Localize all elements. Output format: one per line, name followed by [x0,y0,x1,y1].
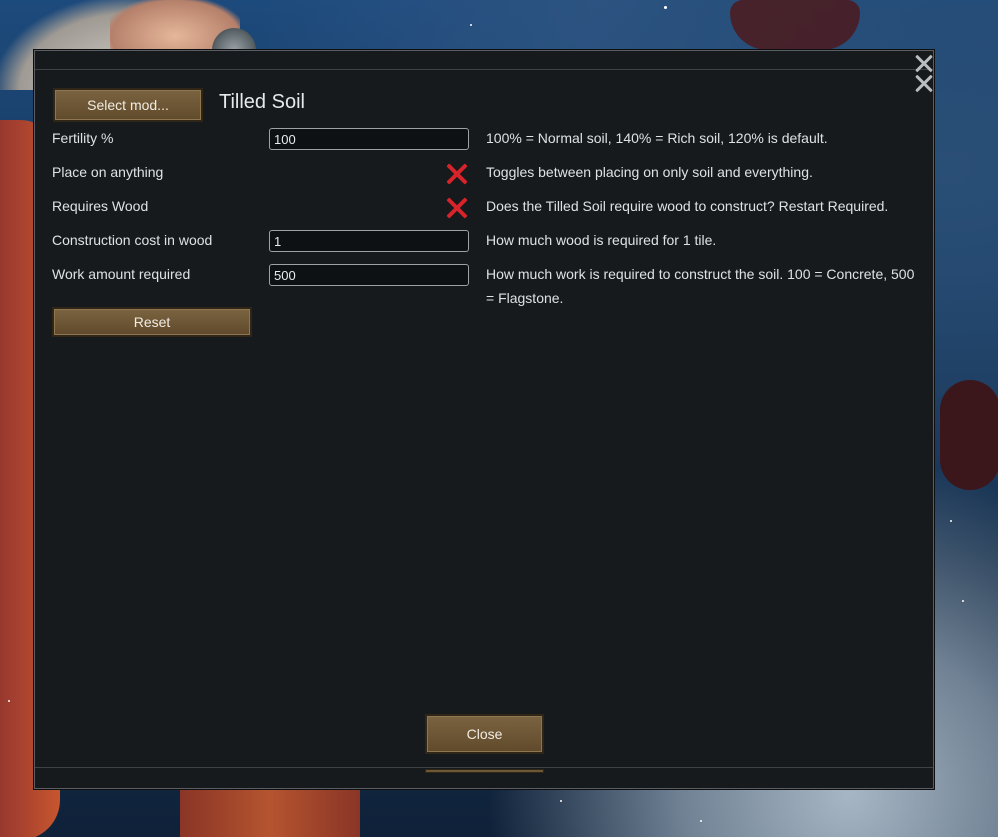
mod-title: Tilled Soil [219,91,305,113]
close-icon[interactable] [912,74,932,92]
fertility-description: 100% = Normal soil, 140% = Rich soil, 12… [486,130,828,146]
select-mod-button[interactable]: Select mod... [53,88,203,122]
close-button[interactable]: Close [425,714,544,754]
close-button-shadow [425,769,544,773]
dialog-top-divider [35,69,933,70]
construction-cost-input[interactable] [269,230,469,252]
requires-wood-label: Requires Wood [52,198,149,214]
fertility-input[interactable] [269,128,469,150]
work-amount-description: How much work is required to construct t… [486,266,915,306]
fertility-label: Fertility % [52,130,114,146]
dialog-bottom-divider [35,767,933,768]
place-on-anything-label: Place on anything [52,164,164,180]
requires-wood-description: Does the Tilled Soil require wood to con… [486,198,889,214]
reset-button[interactable]: Reset [52,307,252,337]
construction-cost-label: Construction cost in wood [52,232,213,248]
mod-settings-dialog: Select mod... Tilled Soil Fertility % 10… [34,50,934,789]
construction-cost-description: How much wood is required for 1 tile. [486,232,717,248]
work-amount-input[interactable] [269,264,469,286]
place-on-anything-checkbox[interactable] [445,162,469,186]
place-on-anything-description: Toggles between placing on only soil and… [486,164,813,180]
requires-wood-checkbox[interactable] [445,196,469,220]
close-icon[interactable] [912,54,932,72]
work-amount-label: Work amount required [52,266,191,282]
